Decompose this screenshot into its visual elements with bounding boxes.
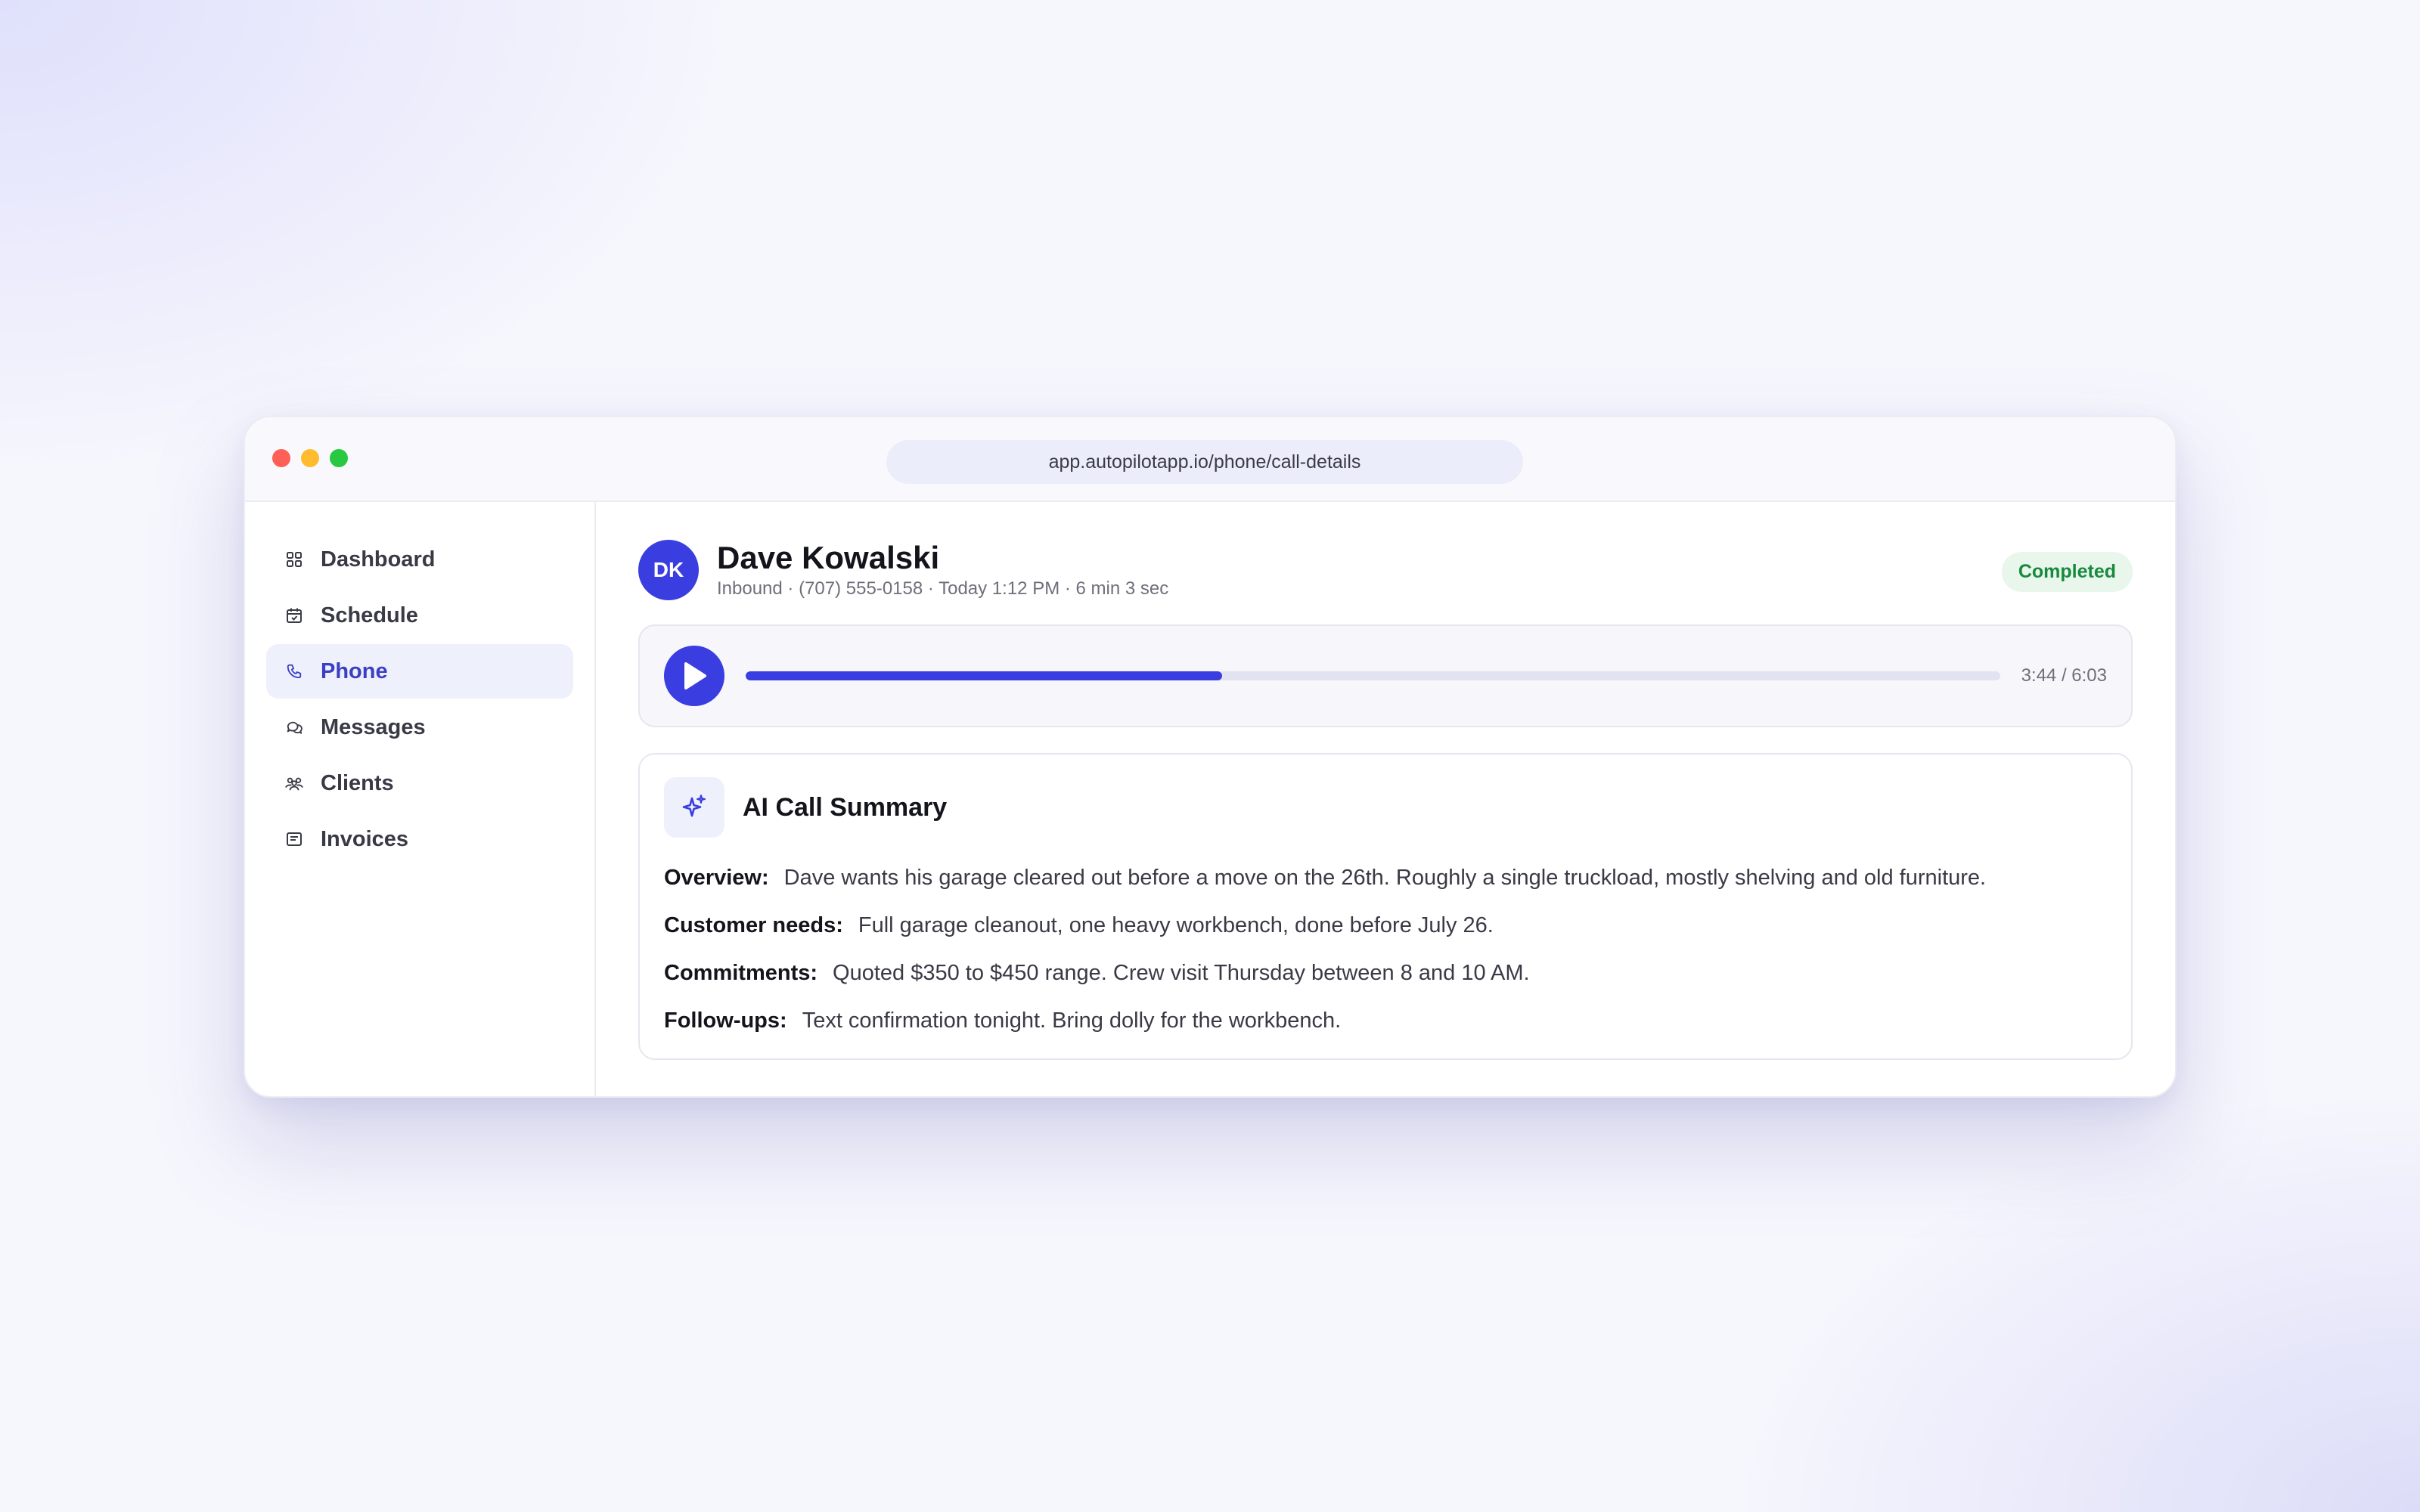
sidebar-item-messages[interactable]: Messages	[266, 700, 573, 754]
sidebar: Dashboard Schedule Phone Messages Client…	[245, 502, 596, 1096]
playback-progress-fill	[746, 671, 1223, 680]
summary-title: AI Call Summary	[743, 792, 948, 822]
calendar-icon	[284, 606, 304, 625]
grid-icon	[284, 550, 304, 569]
ai-call-summary-card: AI Call Summary Overview: Dave wants his …	[638, 753, 2133, 1060]
summary-row-text: Quoted $350 to $450 range. Crew visit Th…	[833, 961, 1530, 985]
browser-window: app.autopilotapp.io/phone/call-details D…	[244, 416, 2176, 1098]
chat-bubbles-icon	[284, 717, 304, 737]
title-bar: app.autopilotapp.io/phone/call-details	[245, 417, 2175, 502]
avatar: DK	[638, 540, 699, 600]
caller-name: Dave Kowalski	[717, 540, 940, 575]
sidebar-item-dashboard[interactable]: Dashboard	[266, 532, 573, 587]
summary-row-follow-ups: Follow-ups: Text confirmation tonight. Br…	[664, 997, 2107, 1045]
call-meta: Inbound · (707) 555-0158 · Today 1:12 PM…	[717, 578, 1169, 599]
play-button[interactable]	[664, 646, 724, 706]
invoice-icon	[284, 829, 304, 849]
summary-row-label: Overview:	[664, 866, 769, 890]
sidebar-item-clients[interactable]: Clients	[266, 756, 573, 810]
sidebar-item-invoices[interactable]: Invoices	[266, 812, 573, 866]
summary-row-label: Customer needs:	[664, 913, 843, 937]
close-window-button[interactable]	[272, 449, 290, 467]
phone-icon	[284, 662, 304, 681]
sidebar-item-label: Phone	[321, 658, 388, 683]
status-badge: Completed	[2001, 552, 2133, 592]
sidebar-item-schedule[interactable]: Schedule	[266, 588, 573, 643]
minimize-window-button[interactable]	[301, 449, 319, 467]
playback-time: 3:44 / 6:03	[2021, 665, 2107, 686]
summary-row-text: Dave wants his garage cleared out before…	[783, 866, 1987, 890]
call-header: DK Dave Kowalski Inbound · (707) 555-015…	[638, 538, 2133, 602]
summary-row-label: Follow-ups:	[664, 1009, 787, 1033]
sidebar-item-label: Clients	[321, 770, 394, 795]
summary-row-customer-needs: Customer needs: Full garage cleanout, one…	[664, 902, 2107, 950]
summary-row-text: Text confirmation tonight. Bring dolly f…	[802, 1009, 1342, 1033]
summary-row-text: Full garage cleanout, one heavy workbenc…	[858, 913, 1494, 937]
summary-row-overview: Overview: Dave wants his garage cleared o…	[664, 854, 2107, 902]
maximize-window-button[interactable]	[330, 449, 348, 467]
play-icon	[684, 662, 706, 689]
sidebar-item-label: Messages	[321, 714, 426, 739]
window-controls	[272, 449, 348, 467]
sidebar-item-label: Schedule	[321, 603, 418, 627]
playback-progress-bar[interactable]	[746, 671, 2000, 680]
sidebar-item-label: Dashboard	[321, 547, 436, 572]
sparkle-icon	[664, 777, 724, 838]
summary-row-commitments: Commitments: Quoted $350 to $450 range. C…	[664, 950, 2107, 997]
users-icon	[284, 773, 304, 793]
summary-row-label: Commitments:	[664, 961, 818, 985]
sidebar-item-phone[interactable]: Phone	[266, 644, 573, 699]
audio-player: 3:44 / 6:03	[638, 624, 2133, 727]
call-details-panel: DK Dave Kowalski Inbound · (707) 555-015…	[596, 502, 2175, 1096]
address-bar[interactable]: app.autopilotapp.io/phone/call-details	[886, 440, 1523, 484]
sidebar-item-label: Invoices	[321, 826, 409, 851]
